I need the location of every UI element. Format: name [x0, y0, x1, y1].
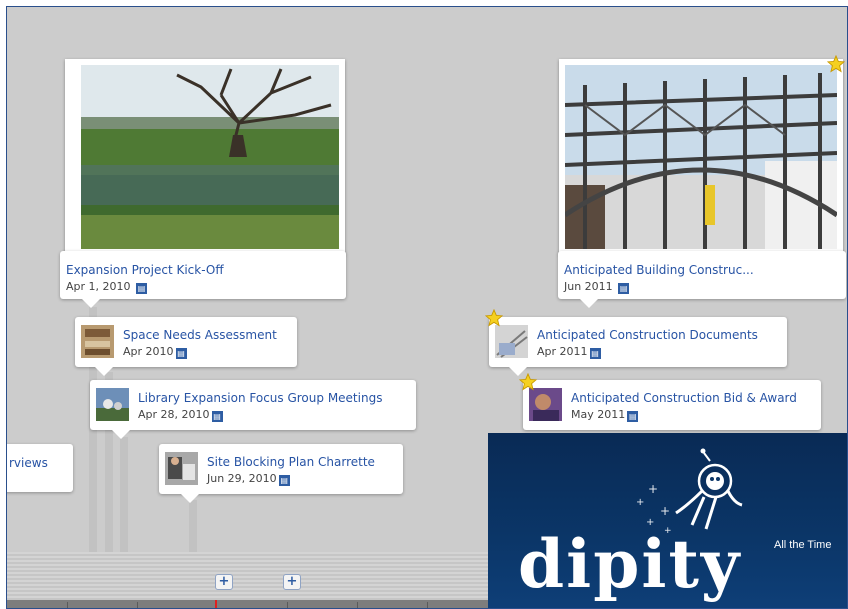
timeline-ruler[interactable]	[7, 600, 489, 608]
star-icon	[826, 54, 846, 73]
svg-text:+: +	[648, 482, 658, 496]
plus-icon[interactable]: +	[283, 574, 301, 590]
card-pointer	[580, 299, 598, 308]
event-date: Apr 2011 ▤	[537, 345, 601, 359]
event-title[interactable]: Anticipated Building Construc...	[564, 263, 754, 277]
event-thumbnail	[495, 325, 528, 358]
event-date: May 2011 ▤	[571, 408, 639, 422]
timeline-stem	[120, 437, 128, 569]
star-icon	[518, 372, 538, 391]
event-photo-kickoff[interactable]	[65, 59, 345, 255]
event-thumbnail	[165, 452, 198, 485]
card-pointer	[112, 430, 130, 439]
plus-icon[interactable]: +	[215, 574, 233, 590]
dipity-logo: dipity	[518, 525, 742, 603]
event-date: Apr 1, 2010 ▤	[66, 280, 148, 294]
card-pointer	[181, 494, 199, 503]
card-pointer	[95, 367, 113, 376]
media-tag-icon: ▤	[627, 411, 639, 422]
event-card-space[interactable]: Space Needs Assessment Apr 2010 ▤	[75, 317, 297, 376]
media-tag-icon: ▤	[175, 348, 187, 359]
event-title[interactable]: Anticipated Construction Documents	[537, 328, 758, 342]
event-photo-building[interactable]	[559, 59, 843, 255]
star-icon	[484, 308, 504, 327]
card-pointer	[82, 299, 100, 308]
svg-text:+: +	[660, 504, 670, 518]
event-card-building[interactable]: Anticipated Building Construc... Jun 201…	[558, 251, 846, 308]
event-card-kickoff[interactable]: Expansion Project Kick-Off Apr 1, 2010 ▤	[60, 251, 346, 308]
dipity-ad-banner[interactable]: + + + + + dipity All the Time	[488, 433, 847, 608]
media-tag-icon: ▤	[278, 475, 290, 486]
timeline-viewport[interactable]: Expansion Project Kick-Off Apr 1, 2010 ▤…	[6, 6, 848, 609]
event-date: Jun 29, 2010 ▤	[207, 472, 290, 486]
landscape-photo	[81, 65, 339, 249]
media-tag-icon: ▤	[618, 283, 630, 294]
current-date-marker	[215, 600, 217, 608]
event-title[interactable]: Library Expansion Focus Group Meetings	[138, 391, 382, 405]
media-tag-icon: ▤	[136, 283, 148, 294]
event-card-docs[interactable]: Anticipated Construction Documents Apr 2…	[489, 317, 787, 376]
event-title[interactable]: Anticipated Construction Bid & Award	[571, 391, 797, 405]
dipity-tagline: All the Time	[774, 539, 832, 551]
event-thumbnail	[529, 388, 562, 421]
event-date: Apr 2010 ▤	[123, 345, 187, 359]
event-title[interactable]: Site Blocking Plan Charrette	[207, 455, 375, 469]
event-date: Jun 2011 ▤	[564, 280, 630, 294]
event-date: Apr 28, 2010 ▤	[138, 408, 223, 422]
media-tag-icon: ▤	[589, 348, 601, 359]
event-thumbnail	[81, 325, 114, 358]
event-title[interactable]: Expansion Project Kick-Off	[66, 263, 224, 277]
event-title[interactable]: Space Needs Assessment	[123, 328, 277, 342]
media-tag-icon: ▤	[211, 411, 223, 422]
event-card-interviews[interactable]: rviews	[7, 444, 73, 492]
event-card-site[interactable]: Site Blocking Plan Charrette Jun 29, 201…	[159, 444, 403, 503]
event-card-bid[interactable]: Anticipated Construction Bid & Award May…	[523, 380, 821, 430]
event-title[interactable]: rviews	[9, 456, 48, 470]
event-card-focus[interactable]: Library Expansion Focus Group Meetings A…	[90, 380, 416, 439]
construction-photo	[565, 65, 837, 249]
event-thumbnail	[96, 388, 129, 421]
svg-text:+: +	[636, 497, 644, 508]
